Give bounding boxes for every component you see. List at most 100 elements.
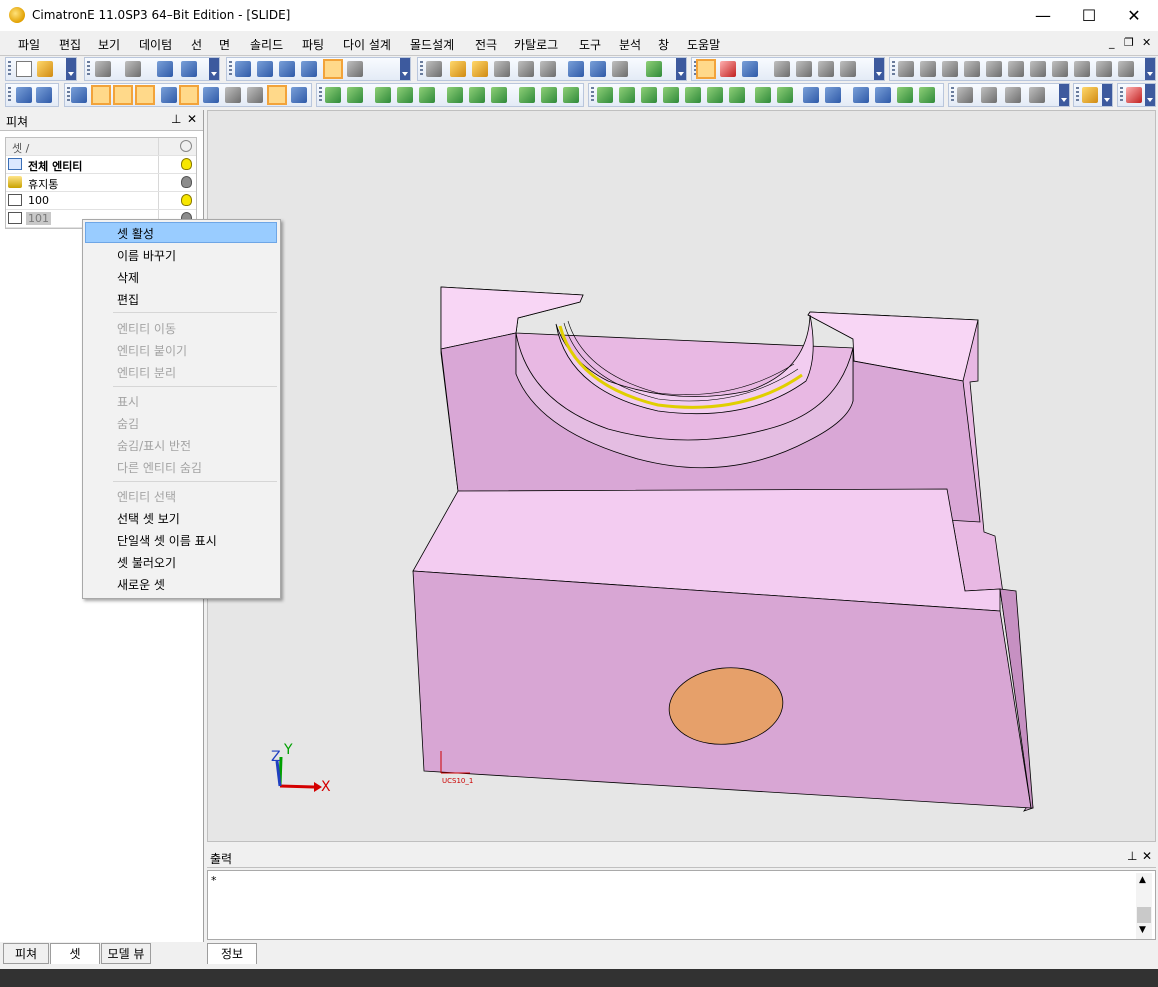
menu-item-delete[interactable]: 삭제 xyxy=(117,269,139,286)
toolbar-grip[interactable] xyxy=(229,61,232,77)
angle-icon[interactable] xyxy=(1074,61,1090,77)
extrude-icon[interactable] xyxy=(325,87,341,103)
menu-item-view-selected-set[interactable]: 선택 셋 보기 xyxy=(117,510,180,527)
copy-icon[interactable] xyxy=(375,87,391,103)
curve-icon[interactable] xyxy=(964,61,980,77)
toolbar-grip[interactable] xyxy=(951,87,954,103)
filter-icon[interactable] xyxy=(36,87,52,103)
menu-help[interactable]: 도움말 xyxy=(687,36,720,53)
filter-edge-icon[interactable] xyxy=(179,85,199,105)
surface-4-icon[interactable] xyxy=(663,87,679,103)
menu-view[interactable]: 보기 xyxy=(98,36,120,53)
tab-sets[interactable]: 셋 xyxy=(50,943,100,964)
panel-close-button[interactable]: ✕ xyxy=(187,112,197,126)
pointer-icon[interactable] xyxy=(1096,61,1112,77)
bulb-on-icon[interactable] xyxy=(181,194,192,206)
maximize-button[interactable]: ☐ xyxy=(1066,0,1112,31)
toolbar-grip[interactable] xyxy=(892,61,895,77)
boolean-icon[interactable] xyxy=(519,87,535,103)
menu-item-attach-entity[interactable]: 엔티티 붙이기 xyxy=(117,342,187,359)
menu-electrode[interactable]: 전극 xyxy=(475,36,497,53)
point-icon[interactable] xyxy=(957,87,973,103)
menu-item-toggle-hide-show[interactable]: 숨김/표시 반전 xyxy=(117,437,191,454)
split-icon[interactable] xyxy=(541,87,557,103)
pick-icon[interactable] xyxy=(426,61,442,77)
menu-item-show[interactable]: 표시 xyxy=(117,393,139,410)
output-scrollbar[interactable]: ▲ ▼ xyxy=(1136,873,1152,939)
visibility-column-icon[interactable] xyxy=(180,140,192,152)
surface-9-icon[interactable] xyxy=(777,87,793,103)
surface-5-icon[interactable] xyxy=(685,87,701,103)
open-folder-icon[interactable] xyxy=(37,61,53,77)
filter-select-icon[interactable] xyxy=(16,87,32,103)
zoom-window-icon[interactable] xyxy=(257,61,273,77)
paste-icon[interactable] xyxy=(397,87,413,103)
filter-curve-icon[interactable] xyxy=(113,85,133,105)
model-view[interactable]: X Y Z UCS10_1 xyxy=(208,111,1155,841)
scroll-down-icon[interactable]: ▼ xyxy=(1139,925,1146,935)
toolbar-grip[interactable] xyxy=(319,87,322,103)
bulb-off-icon[interactable] xyxy=(181,176,192,188)
filter-list-icon[interactable] xyxy=(291,87,307,103)
intersect-icon[interactable] xyxy=(1030,61,1046,77)
toolbar-options-icon[interactable] xyxy=(400,58,410,80)
surface-12-icon[interactable] xyxy=(853,87,869,103)
toolbar-options-icon[interactable] xyxy=(676,58,686,80)
surface-14-icon[interactable] xyxy=(897,87,913,103)
menu-item-activate-set[interactable]: 셋 활성 xyxy=(117,225,154,242)
plane-icon[interactable] xyxy=(986,61,1002,77)
set-row[interactable]: 전체 엔티티 xyxy=(6,156,196,174)
close-button[interactable]: ✕ xyxy=(1111,0,1157,31)
surface-15-icon[interactable] xyxy=(919,87,935,103)
menu-item-edit[interactable]: 편집 xyxy=(117,291,139,308)
column-header-set[interactable]: 셋 / xyxy=(12,140,29,156)
surface-11-icon[interactable] xyxy=(825,87,841,103)
menu-tools[interactable]: 도구 xyxy=(579,36,601,53)
toolbar-grip[interactable] xyxy=(8,61,11,77)
toolbar-grip[interactable] xyxy=(420,61,423,77)
blend-icon[interactable] xyxy=(469,87,485,103)
circle-icon[interactable] xyxy=(942,61,958,77)
menu-item-new-set[interactable]: 새로운 셋 xyxy=(117,576,165,593)
menu-catalog[interactable]: 카탈로그 xyxy=(514,36,558,53)
menu-curve[interactable]: 선 xyxy=(191,36,202,53)
toolbar-options-icon[interactable] xyxy=(1145,84,1155,106)
toolbar-options-icon[interactable] xyxy=(1145,58,1155,80)
trim-icon[interactable] xyxy=(1008,61,1024,77)
shell-icon[interactable] xyxy=(447,87,463,103)
set-row[interactable]: 휴지통 xyxy=(6,174,196,192)
line-tool-icon[interactable] xyxy=(981,87,997,103)
circle-tool-icon[interactable] xyxy=(1029,87,1045,103)
line-style-icon[interactable] xyxy=(796,61,812,77)
box-icon[interactable] xyxy=(419,87,435,103)
toolbar-grip[interactable] xyxy=(67,87,70,103)
surface-1-icon[interactable] xyxy=(597,87,613,103)
line-icon[interactable] xyxy=(898,61,914,77)
tree-icon[interactable] xyxy=(568,61,584,77)
bulb-icon[interactable] xyxy=(450,61,466,77)
menu-datum[interactable]: 데이텀 xyxy=(139,36,172,53)
menu-surface[interactable]: 면 xyxy=(219,36,230,53)
brush-icon[interactable] xyxy=(840,61,856,77)
tab-info[interactable]: 정보 xyxy=(207,943,257,964)
link-icon[interactable] xyxy=(157,61,173,77)
pen-icon[interactable] xyxy=(774,61,790,77)
output-area[interactable] xyxy=(207,870,1156,940)
paint-bucket-icon[interactable] xyxy=(742,61,758,77)
output-close-button[interactable]: ✕ xyxy=(1142,849,1152,863)
filter-active-icon[interactable] xyxy=(267,85,287,105)
toolbar-grip[interactable] xyxy=(87,61,90,77)
toolbar-grip[interactable] xyxy=(1076,87,1079,103)
graphics-viewport[interactable]: X Y Z UCS10_1 xyxy=(207,110,1156,842)
new-file-icon[interactable] xyxy=(16,61,32,77)
menu-item-load-set[interactable]: 셋 불러오기 xyxy=(117,554,176,571)
rotate-view-icon[interactable] xyxy=(301,61,317,77)
toolbar-options-icon[interactable] xyxy=(1059,84,1069,106)
toolbar-options-icon[interactable] xyxy=(1102,84,1112,106)
bulb-on-icon[interactable] xyxy=(181,158,192,170)
toolbar-grip[interactable] xyxy=(694,61,697,77)
menu-analysis[interactable]: 분석 xyxy=(619,36,641,53)
surface-8-icon[interactable] xyxy=(755,87,771,103)
filter-set-icon[interactable] xyxy=(247,87,263,103)
surface-10-icon[interactable] xyxy=(803,87,819,103)
